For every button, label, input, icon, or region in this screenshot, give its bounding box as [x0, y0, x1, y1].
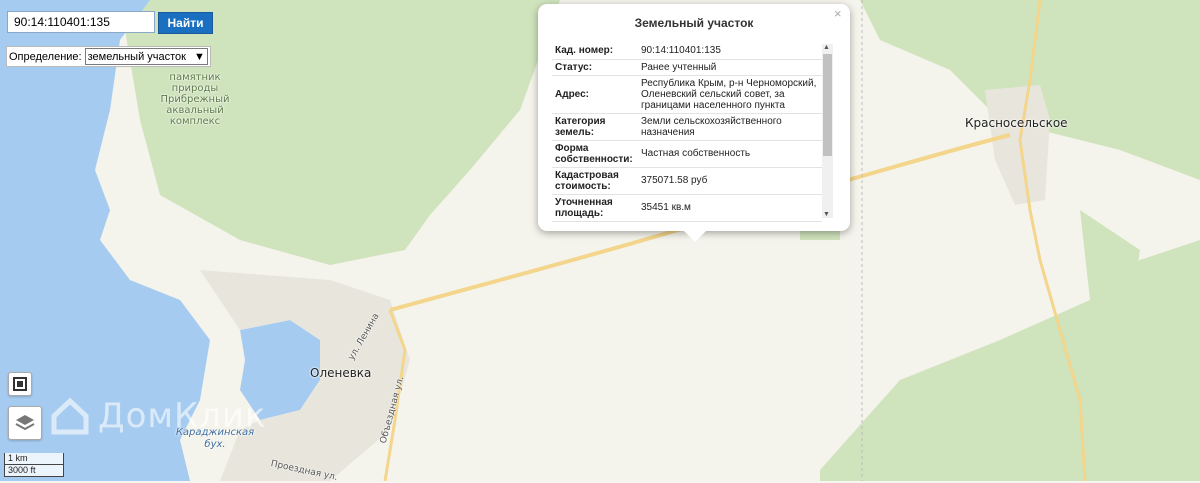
table-row: Уточненная площадь: 35451 кв.м — [552, 194, 822, 222]
definition-selected: земельный участок — [87, 50, 186, 63]
home-icon — [51, 397, 89, 435]
row-key: Уточненная площадь: — [552, 194, 638, 222]
cadastral-search-input[interactable]: 90:14:110401:135 — [7, 11, 155, 33]
table-row: Кад. номер: 90:14:110401:135 — [552, 43, 822, 60]
popup-scrollbar[interactable]: ▲ ▼ — [822, 44, 833, 218]
table-row: Кадастровая стоимость: 375071.58 руб — [552, 167, 822, 195]
town-label-krasnoselskoe: Красносельское — [965, 116, 1068, 130]
definition-control: Определение: земельный участок ▼ — [6, 46, 211, 67]
popup-title: Земельный участок — [634, 16, 754, 30]
town-label-olenevka: Оленевка — [310, 366, 372, 380]
table-row: Адрес: Республика Крым, р-н Черноморский,… — [552, 75, 822, 114]
row-key: Категория земель: — [552, 113, 638, 141]
parcel-popup: Земельный участок × Кад. номер: 90:14:110… — [538, 4, 850, 231]
search-button[interactable]: Найти — [158, 12, 213, 34]
row-key: Статус: — [552, 59, 638, 76]
parcel-info-table: Кад. номер: 90:14:110401:135 Статус: Ранее… — [552, 43, 822, 222]
popup-pointer — [683, 230, 707, 242]
watermark-text: ДомКлик — [98, 396, 267, 436]
close-icon[interactable]: × — [834, 6, 842, 21]
table-row: Статус: Ранее учтенный — [552, 59, 822, 76]
fullscreen-icon — [13, 377, 27, 391]
row-value: 375071.58 руб — [638, 167, 822, 195]
row-key: Кадастровая стоимость: — [552, 167, 638, 195]
row-key: Кад. номер: — [552, 43, 638, 60]
poi-label: памятник природы Прибрежный аквальный ко… — [160, 72, 230, 127]
table-row: Форма собственности: Частная собственност… — [552, 140, 822, 168]
layers-button[interactable] — [8, 406, 42, 440]
scale-bar: 1 km 3000 ft — [4, 453, 64, 477]
row-key: Адрес: — [552, 75, 638, 114]
scroll-thumb[interactable] — [823, 54, 832, 156]
fullscreen-button[interactable] — [8, 372, 32, 396]
scale-ft: 3000 ft — [4, 465, 64, 477]
row-value: Земли сельскохозяйственного назначения — [638, 113, 822, 141]
row-value: Ранее учтенный — [638, 59, 822, 76]
row-value: Частная собственность — [638, 140, 822, 168]
scale-km: 1 km — [4, 453, 64, 465]
chevron-down-icon: ▼ — [194, 50, 205, 63]
layers-icon — [15, 415, 35, 431]
watermark: ДомКлик — [50, 396, 267, 436]
scroll-up-icon[interactable]: ▲ — [823, 44, 830, 51]
scroll-down-icon[interactable]: ▼ — [823, 211, 830, 218]
table-row: Категория земель: Земли сельскохозяйствен… — [552, 113, 822, 141]
definition-label: Определение: — [9, 50, 82, 63]
row-key: Форма собственности: — [552, 140, 638, 168]
definition-select[interactable]: земельный участок ▼ — [84, 48, 208, 65]
row-value: Республика Крым, р-н Черноморский, Олене… — [638, 75, 822, 114]
row-value: 35451 кв.м — [638, 194, 822, 222]
row-value: 90:14:110401:135 — [638, 43, 822, 60]
